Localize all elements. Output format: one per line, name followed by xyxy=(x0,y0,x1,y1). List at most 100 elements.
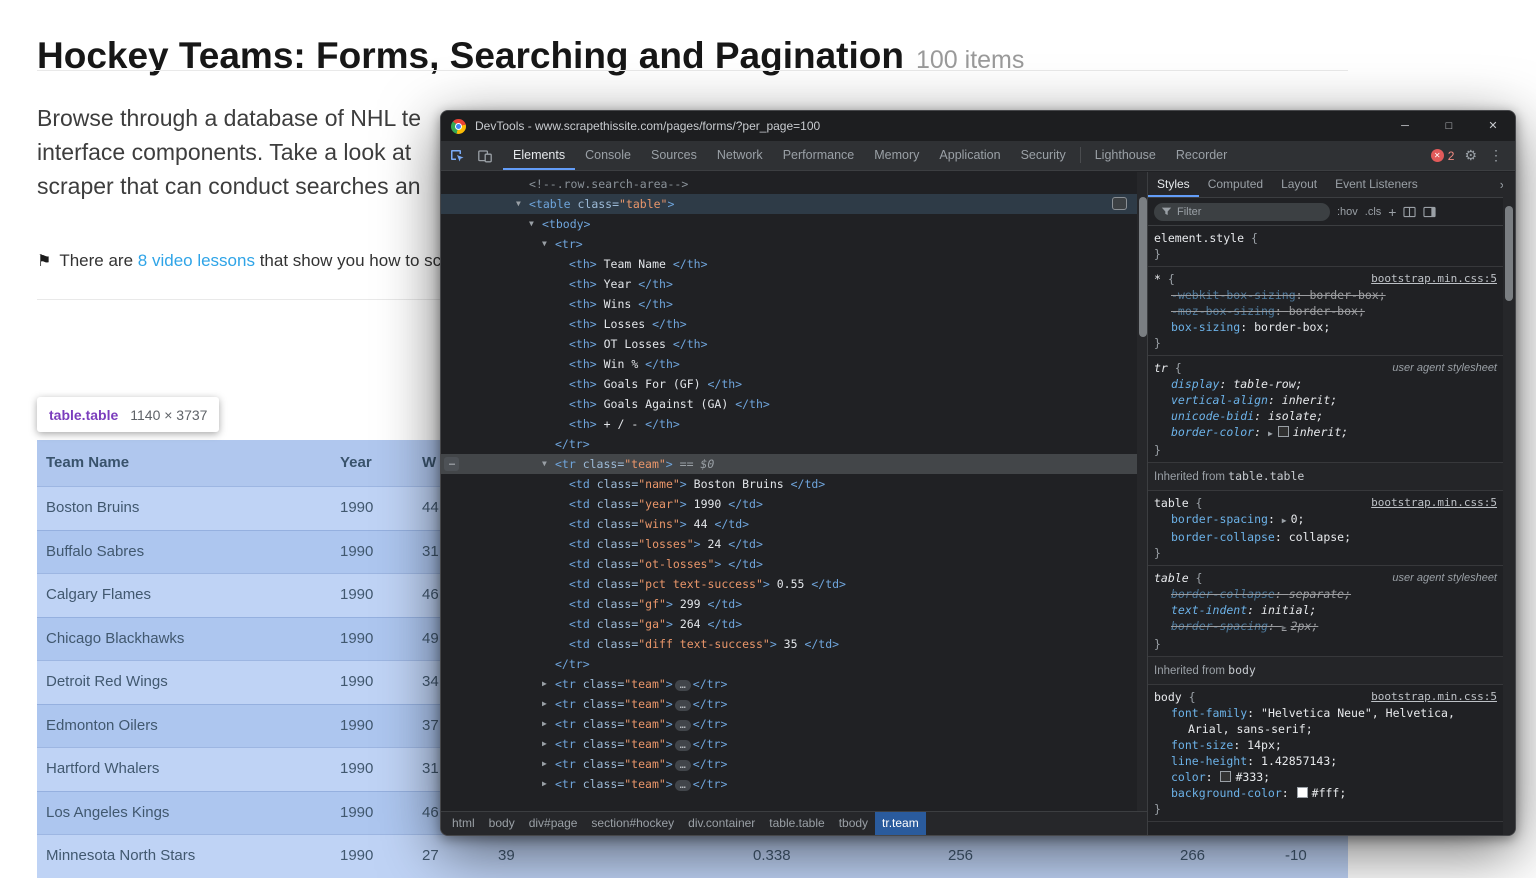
dom-tree-node[interactable]: ▼…<tr class="team"> == $0 xyxy=(441,454,1149,474)
dom-tree-node[interactable]: <th> Team Name </th> xyxy=(441,254,1149,274)
dom-tree-node[interactable]: <td class="ga"> 264 </td> xyxy=(441,614,1149,634)
collapse-arrow-icon[interactable]: ▼ xyxy=(542,454,547,474)
grid-icon[interactable] xyxy=(1403,206,1416,218)
color-swatch[interactable] xyxy=(1278,426,1289,437)
css-property[interactable]: font-size: 14px; xyxy=(1154,737,1497,753)
rule-selector[interactable]: tr xyxy=(1154,361,1168,375)
devtools-tab-performance[interactable]: Performance xyxy=(773,141,865,170)
styles-tab-styles[interactable]: Styles xyxy=(1148,172,1199,197)
expand-value-icon[interactable]: ▶ xyxy=(1282,623,1287,632)
minimize-button[interactable]: ─ xyxy=(1383,111,1427,141)
dom-tree-node[interactable]: <th> Win % </th> xyxy=(441,354,1149,374)
devtools-tab-lighthouse[interactable]: Lighthouse xyxy=(1085,141,1166,170)
inherited-selector[interactable]: table.table xyxy=(1228,469,1304,483)
dom-tree-node[interactable]: <th> Losses </th> xyxy=(441,314,1149,334)
dom-tree-node[interactable]: <td class="diff text-success"> 35 </td> xyxy=(441,634,1149,654)
close-button[interactable]: ✕ xyxy=(1471,111,1515,141)
kebab-menu-icon[interactable]: ⋮ xyxy=(1489,147,1503,164)
css-property[interactable]: color: #333; xyxy=(1154,769,1497,785)
devtools-tab-recorder[interactable]: Recorder xyxy=(1166,141,1237,170)
rule-selector[interactable]: table xyxy=(1154,496,1189,510)
css-rule[interactable]: bootstrap.min.css:5body {font-family: "H… xyxy=(1148,685,1503,822)
dom-tree-node[interactable]: ▶<tr class="team">…</tr> xyxy=(441,754,1149,774)
expand-arrow-icon[interactable]: ▶ xyxy=(542,774,547,794)
color-swatch[interactable] xyxy=(1297,787,1308,798)
node-badge-icon[interactable] xyxy=(1112,197,1127,210)
rule-selector[interactable]: * xyxy=(1154,272,1168,286)
breadcrumb-tbody[interactable]: tbody xyxy=(832,812,875,835)
styles-scrollbar[interactable] xyxy=(1503,172,1515,835)
dom-tree-node[interactable]: <td class="ot-losses"> </td> xyxy=(441,554,1149,574)
node-menu-icon[interactable]: … xyxy=(444,457,459,471)
css-rule[interactable]: element.style {} xyxy=(1148,226,1503,267)
breadcrumb-div#page[interactable]: div#page xyxy=(522,812,585,835)
error-badge[interactable]: ✕ 2 xyxy=(1431,149,1455,163)
dom-tree-node[interactable]: <th> Goals For (GF) </th> xyxy=(441,374,1149,394)
css-property[interactable]: unicode-bidi: isolate; xyxy=(1154,408,1497,424)
settings-gear-icon[interactable]: ⚙ xyxy=(1464,147,1477,164)
collapse-arrow-icon[interactable]: ▼ xyxy=(529,214,534,234)
expand-arrow-icon[interactable]: ▶ xyxy=(542,674,547,694)
dom-tree-node[interactable]: <td class="losses"> 24 </td> xyxy=(441,534,1149,554)
dom-tree-node[interactable]: <td class="year"> 1990 </td> xyxy=(441,494,1149,514)
dom-tree-node[interactable]: <td class="pct text-success"> 0.55 </td> xyxy=(441,574,1149,594)
video-lessons-link[interactable]: 8 video lessons xyxy=(138,251,255,270)
expand-arrow-icon[interactable]: ▶ xyxy=(542,754,547,774)
breadcrumb-table.table[interactable]: table.table xyxy=(762,812,831,835)
css-rule[interactable]: user agent stylesheettr {display: table-… xyxy=(1148,356,1503,463)
devtools-titlebar[interactable]: DevTools - www.scrapethissite.com/pages/… xyxy=(441,111,1515,141)
css-property[interactable]: border-spacing: ▶0; xyxy=(1154,511,1497,529)
devtools-tab-application[interactable]: Application xyxy=(929,141,1010,170)
rule-selector[interactable]: element.style xyxy=(1154,231,1244,245)
css-rule[interactable]: bootstrap.min.css:5table {border-spacing… xyxy=(1148,491,1503,566)
expand-value-icon[interactable]: ▶ xyxy=(1268,429,1273,438)
breadcrumb-body[interactable]: body xyxy=(482,812,522,835)
styles-filter-input[interactable]: Filter xyxy=(1154,203,1330,221)
collapse-arrow-icon[interactable]: ▼ xyxy=(542,234,547,254)
dom-tree-node[interactable]: <th> Wins </th> xyxy=(441,294,1149,314)
inspect-element-icon[interactable] xyxy=(445,144,469,168)
scrollbar-thumb[interactable] xyxy=(1505,206,1513,301)
dom-tree-node[interactable]: </tr> xyxy=(441,434,1149,454)
dom-tree-node[interactable]: <th> + / - </th> xyxy=(441,414,1149,434)
dom-tree-node[interactable]: ▶<tr class="team">…</tr> xyxy=(441,774,1149,794)
devtools-tab-sources[interactable]: Sources xyxy=(641,141,707,170)
dom-tree-node[interactable]: ▼<tbody> xyxy=(441,214,1149,234)
styles-tab-event-listeners[interactable]: Event Listeners xyxy=(1326,172,1427,197)
device-toolbar-icon[interactable] xyxy=(473,144,497,168)
css-property[interactable]: box-sizing: border-box; xyxy=(1154,319,1497,335)
css-property[interactable]: vertical-align: inherit; xyxy=(1154,392,1497,408)
stylesheet-link[interactable]: bootstrap.min.css:5 xyxy=(1371,689,1497,705)
stylesheet-link[interactable]: bootstrap.min.css:5 xyxy=(1371,271,1497,287)
css-property[interactable]: border-collapse: collapse; xyxy=(1154,529,1497,545)
color-swatch[interactable] xyxy=(1220,771,1231,782)
devtools-tab-memory[interactable]: Memory xyxy=(864,141,929,170)
dom-tree-node[interactable]: <td class="wins"> 44 </td> xyxy=(441,514,1149,534)
css-property[interactable]: display: table-row; xyxy=(1154,376,1497,392)
dom-tree-node[interactable]: </tr> xyxy=(441,654,1149,674)
dom-tree-node[interactable]: ▼<table class="table"> xyxy=(441,194,1149,214)
css-property[interactable]: font-family: "Helvetica Neue", Helvetica… xyxy=(1154,705,1497,737)
css-rule[interactable]: user agent stylesheettable {border-colla… xyxy=(1148,566,1503,657)
dom-tree-node[interactable]: <th> Goals Against (GA) </th> xyxy=(441,394,1149,414)
dom-tree-node[interactable]: <td class="name"> Boston Bruins </td> xyxy=(441,474,1149,494)
expand-arrow-icon[interactable]: ▶ xyxy=(542,694,547,714)
css-property[interactable]: border-collapse: separate; xyxy=(1154,586,1497,602)
toggle-classes-button[interactable]: .cls xyxy=(1365,206,1382,218)
css-property[interactable]: background-color: #fff; xyxy=(1154,785,1497,801)
styles-tab-layout[interactable]: Layout xyxy=(1272,172,1326,197)
dom-tree-node[interactable]: <th> Year </th> xyxy=(441,274,1149,294)
dom-tree-node[interactable]: ▶<tr class="team">…</tr> xyxy=(441,734,1149,754)
styles-tab-computed[interactable]: Computed xyxy=(1199,172,1272,197)
devtools-tab-network[interactable]: Network xyxy=(707,141,773,170)
inherited-selector[interactable]: body xyxy=(1228,663,1256,677)
collapse-arrow-icon[interactable]: ▼ xyxy=(516,194,521,214)
css-property[interactable]: -moz-box-sizing: border-box; xyxy=(1154,303,1497,319)
dom-tree-node[interactable]: ▶<tr class="team">…</tr> xyxy=(441,714,1149,734)
rule-selector[interactable]: table xyxy=(1154,571,1189,585)
dom-tree-node[interactable]: <th> OT Losses </th> xyxy=(441,334,1149,354)
breadcrumb-div.container[interactable]: div.container xyxy=(681,812,762,835)
dom-tree-node[interactable]: ▶<tr class="team">…</tr> xyxy=(441,694,1149,714)
breadcrumb-tr.team[interactable]: tr.team xyxy=(875,812,926,835)
expand-value-icon[interactable]: ▶ xyxy=(1282,516,1287,525)
